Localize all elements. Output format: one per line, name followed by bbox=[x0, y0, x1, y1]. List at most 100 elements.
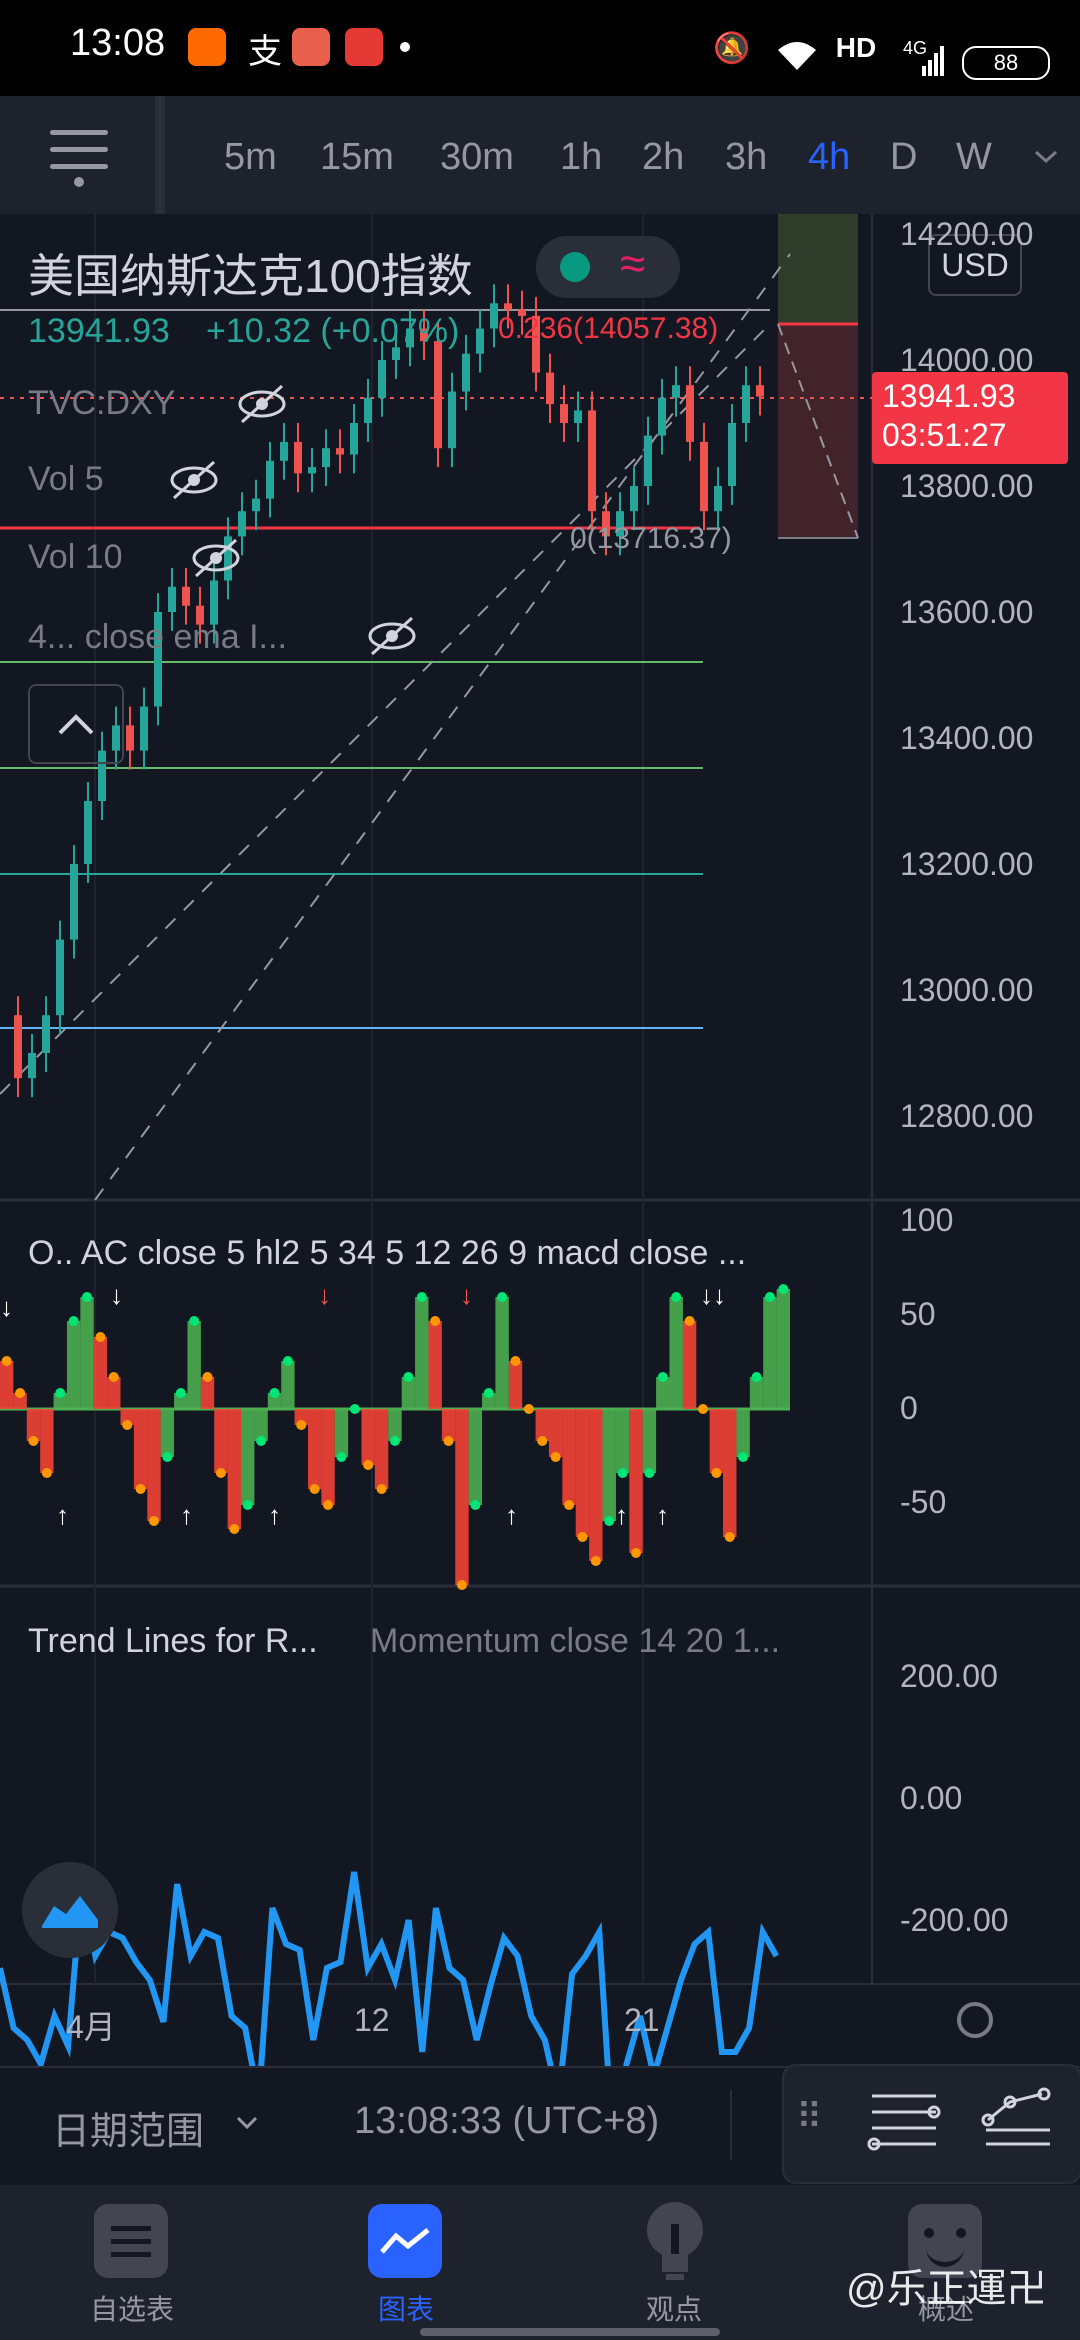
chevron-down-icon[interactable] bbox=[1034, 150, 1058, 164]
eye-off-icon[interactable] bbox=[190, 536, 242, 580]
arrow-up-icon: ↑ bbox=[615, 1500, 628, 1530]
tf-1h[interactable]: 1h bbox=[560, 136, 602, 179]
tf-2h[interactable]: 2h bbox=[642, 136, 684, 179]
osc-dot bbox=[336, 1452, 347, 1462]
osc-bar bbox=[495, 1297, 509, 1409]
osc-bar bbox=[615, 1409, 630, 1473]
osc-bar bbox=[80, 1297, 94, 1409]
tf-3h[interactable]: 3h bbox=[725, 136, 767, 179]
nav-watchlist-label[interactable]: 自选表 bbox=[62, 2288, 202, 2328]
osc-dot bbox=[537, 1436, 548, 1446]
menu-icon[interactable] bbox=[50, 130, 108, 187]
osc-dot bbox=[483, 1388, 494, 1398]
candle-body bbox=[658, 397, 666, 436]
osc-bar bbox=[93, 1337, 108, 1409]
osc-bar bbox=[241, 1409, 255, 1505]
osc-bar bbox=[508, 1361, 523, 1409]
collapse-legend-button[interactable] bbox=[28, 684, 124, 764]
chevron-down-icon[interactable] bbox=[236, 2116, 258, 2130]
tf-5m[interactable]: 5m bbox=[224, 136, 277, 179]
arrow-down-icon: ↓↓ bbox=[700, 1280, 726, 1310]
candle-body bbox=[714, 486, 722, 512]
candle-body bbox=[322, 448, 330, 468]
candle-body bbox=[644, 435, 652, 486]
arrow-down-icon: ↓ bbox=[110, 1280, 123, 1310]
arrow-up-icon: ↑ bbox=[268, 1500, 281, 1530]
osc-dot bbox=[403, 1372, 414, 1382]
app-notification-icon bbox=[188, 28, 226, 66]
candle-body bbox=[700, 441, 708, 512]
indicator-dxy[interactable]: TVC:DXY bbox=[28, 384, 175, 423]
oscillator-title[interactable]: O.. AC close 5 hl2 5 34 5 12 26 9 macd c… bbox=[28, 1234, 746, 1273]
price-axis-label: 13200.00 bbox=[900, 846, 1034, 882]
drag-handle-icon[interactable]: ⠿ bbox=[796, 2096, 822, 2138]
current-price: 13941.93 bbox=[882, 378, 1016, 414]
candle-body bbox=[238, 511, 246, 537]
date-range-button[interactable]: 日期范围 bbox=[52, 2100, 204, 2155]
status-bar: 13:08 支 🔕 HD 4G 88 bbox=[0, 0, 1080, 96]
chart-canvas[interactable]: ↑ ↑ ↑ ↑ ↑ ↑ ↓ ↓ ↓ ↓ ↓↓ bbox=[0, 214, 1080, 2184]
eye-off-icon[interactable] bbox=[366, 614, 418, 658]
market-status-icon bbox=[560, 252, 590, 282]
osc-bar bbox=[415, 1297, 429, 1409]
osc-dot bbox=[550, 1452, 561, 1462]
indicator-vol10[interactable]: Vol 10 bbox=[28, 538, 123, 577]
nav-ideas-label[interactable]: 观点 bbox=[604, 2288, 744, 2328]
osc-axis-label: 0 bbox=[900, 1390, 918, 1426]
lightbulb-icon[interactable] bbox=[640, 2200, 710, 2284]
candle-body bbox=[140, 706, 148, 751]
chart-style-button[interactable] bbox=[22, 1862, 118, 1958]
arrow-up-icon: ↑ bbox=[505, 1500, 518, 1530]
tf-4h[interactable]: 4h bbox=[808, 136, 850, 179]
candle-body bbox=[56, 939, 64, 1016]
eye-off-icon[interactable] bbox=[236, 382, 288, 426]
osc-dot bbox=[202, 1372, 213, 1382]
candle-body bbox=[308, 467, 316, 474]
osc-dot bbox=[390, 1436, 400, 1446]
wifi-icon bbox=[778, 42, 816, 70]
home-indicator[interactable] bbox=[420, 2328, 720, 2336]
symbol-controls[interactable] bbox=[536, 236, 680, 298]
indicator-ema[interactable]: 4... close ema I... bbox=[28, 618, 287, 657]
battery-indicator: 88 bbox=[962, 46, 1050, 80]
chevron-up-icon bbox=[58, 714, 94, 735]
osc-dot bbox=[349, 1404, 360, 1414]
osc-dot bbox=[711, 1468, 722, 1478]
osc-dot bbox=[657, 1372, 668, 1382]
nav-chart-label[interactable]: 图表 bbox=[336, 2288, 476, 2328]
tf-15m[interactable]: 15m bbox=[320, 136, 394, 179]
osc-dot bbox=[162, 1452, 173, 1462]
osc-dot bbox=[764, 1292, 775, 1302]
chart-nav-icon[interactable] bbox=[368, 2204, 442, 2278]
osc-bar bbox=[334, 1409, 349, 1457]
momentum-title[interactable]: Momentum close 14 20 1... bbox=[370, 1622, 780, 1661]
tf-30m[interactable]: 30m bbox=[440, 136, 514, 179]
osc-dot bbox=[590, 1556, 601, 1566]
trendlines-title[interactable]: Trend Lines for R... bbox=[28, 1622, 318, 1661]
current-price-tag: 13941.93 03:51:27 bbox=[872, 372, 1068, 464]
osc-dot bbox=[68, 1316, 79, 1326]
tf-d[interactable]: D bbox=[890, 136, 917, 179]
time-axis-label: 21 bbox=[624, 2002, 660, 2038]
osc-dot bbox=[28, 1436, 39, 1446]
osc-dot bbox=[778, 1284, 789, 1294]
fib-tool-icon[interactable] bbox=[866, 2086, 942, 2156]
watchlist-icon[interactable] bbox=[94, 2204, 168, 2278]
osc-axis-label: 50 bbox=[900, 1296, 936, 1332]
candle-body bbox=[462, 353, 470, 392]
gear-icon bbox=[957, 2002, 993, 2038]
osc-dot bbox=[269, 1388, 280, 1398]
indicator-vol5[interactable]: Vol 5 bbox=[28, 460, 104, 499]
candle-body bbox=[686, 385, 694, 442]
trendline-tool-icon[interactable] bbox=[980, 2086, 1060, 2156]
eye-off-icon[interactable] bbox=[168, 458, 220, 502]
osc-bar bbox=[548, 1409, 563, 1457]
candle-body bbox=[728, 423, 736, 486]
osc-dot bbox=[15, 1388, 26, 1398]
tf-w[interactable]: W bbox=[956, 136, 992, 179]
osc-bar bbox=[374, 1409, 389, 1489]
compare-icon[interactable]: ≈ bbox=[620, 236, 645, 290]
symbol-name[interactable]: 美国纳斯达克100指数 bbox=[28, 240, 473, 306]
osc-bar bbox=[669, 1297, 683, 1409]
osc-bar bbox=[723, 1409, 737, 1537]
